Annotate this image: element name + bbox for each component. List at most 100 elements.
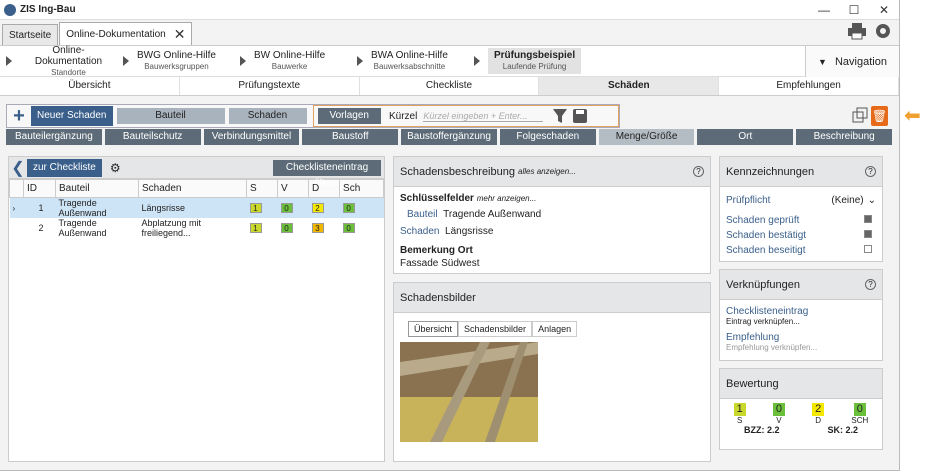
table-row[interactable]: 2 Tragende Außenwand Abplatzung mit frei…: [10, 218, 384, 238]
back-icon[interactable]: ❮: [9, 158, 27, 178]
checklist-link-action[interactable]: Eintrag verknüpfen...: [726, 317, 876, 326]
breadcrumb-subtitle: Bauwerke: [271, 62, 308, 71]
show-all-link[interactable]: alles anzeigen...: [518, 167, 576, 176]
col-bauteil[interactable]: Bauteil: [55, 179, 139, 198]
close-icon[interactable]: ✕: [869, 3, 899, 17]
filter-checklist-button[interactable]: Checklisteneintrag filtern: [273, 159, 381, 189]
help-icon[interactable]: ?: [693, 166, 704, 177]
tab-attachments[interactable]: Anlagen: [532, 321, 578, 337]
print-icon[interactable]: [847, 22, 867, 40]
col-sch[interactable]: Sch: [339, 179, 384, 198]
col-v[interactable]: V: [277, 179, 310, 198]
close-tab-icon[interactable]: ✕: [174, 26, 186, 43]
category-button[interactable]: Baustoffergänzung: [401, 129, 497, 145]
chevron-right-icon: [123, 56, 129, 66]
tab-checkliste[interactable]: Checkliste: [360, 77, 540, 95]
help-icon[interactable]: ?: [865, 279, 876, 290]
new-damage-button[interactable]: Neuer Schaden: [31, 106, 113, 126]
templates-button[interactable]: Vorlagen: [317, 108, 381, 124]
score-badge: 0: [280, 203, 293, 213]
back-to-checklist-button[interactable]: zur Checkliste: [27, 158, 102, 177]
filter-icon[interactable]: [553, 109, 568, 123]
col-s[interactable]: S: [245, 179, 279, 198]
kurzel-input[interactable]: Kürzel eingeben + Enter...: [423, 111, 544, 122]
category-button[interactable]: Verbindungsmittel: [203, 129, 300, 145]
category-button[interactable]: Bauteilergänzung: [6, 129, 102, 145]
chevron-right-icon: [357, 56, 363, 66]
breadcrumb-subtitle: Bauwerksgruppen: [144, 62, 209, 71]
score-badge: 0: [342, 223, 355, 233]
rating-label: SCH: [851, 416, 869, 425]
show-more-link[interactable]: mehr anzeigen...: [477, 194, 537, 203]
sk-value: SK: 2.2: [827, 425, 858, 435]
tab-uebersicht[interactable]: Übersicht: [0, 77, 180, 95]
breadcrumb-title: BW Online-Hilfe: [254, 50, 326, 61]
tab-empfehlungen[interactable]: Empfehlungen: [719, 77, 899, 95]
chevron-down-icon[interactable]: ⌄: [868, 195, 876, 206]
plus-icon[interactable]: +: [7, 105, 31, 128]
breadcrumb-item[interactable]: BW Online-Hilfe Bauwerke: [234, 46, 351, 76]
tab-schaeden[interactable]: Schäden: [539, 77, 720, 95]
trash-icon[interactable]: 🗑: [871, 106, 888, 126]
breadcrumb: Online-Dokumentation Standorte BWG Online…: [0, 45, 899, 77]
checked-checkbox[interactable]: [864, 215, 872, 223]
score-badge: 3: [311, 223, 324, 233]
recommendation-link-action[interactable]: Empfehlung verknüpfen...: [726, 343, 876, 352]
schaden-value: Längsrisse: [445, 226, 494, 237]
confirmed-label: Schaden bestätigt: [726, 230, 807, 241]
category-button[interactable]: Ort: [697, 129, 794, 145]
cell-id: 1: [23, 197, 56, 218]
damage-photo[interactable]: [400, 342, 538, 442]
settings-icon[interactable]: ⚙: [110, 161, 121, 175]
schaden-label: Schaden: [400, 226, 440, 237]
score-badge: 0: [280, 223, 293, 233]
col-schaden[interactable]: Schaden: [138, 179, 247, 198]
help-icon[interactable]: ?: [865, 166, 876, 177]
col-id[interactable]: ID: [23, 179, 56, 198]
tab-overview[interactable]: Übersicht: [408, 321, 459, 337]
category-button[interactable]: Baustoff: [302, 129, 399, 145]
resolved-checkbox[interactable]: [864, 245, 872, 253]
breadcrumb-subtitle: Standorte: [51, 67, 86, 77]
rating-panel: Bewertung 1S 0V 2D 0 SCH BZZ: 2.2 SK: 2.2: [719, 368, 883, 450]
breadcrumb-item[interactable]: BWG Online-Hilfe Bauwerksgruppen: [117, 46, 234, 76]
tab-damage-images[interactable]: Schadensbilder: [458, 321, 533, 337]
navigation-label: Navigation: [834, 55, 887, 68]
checked-label: Schaden geprüft: [726, 215, 800, 226]
links-title: Verknüpfungen: [726, 278, 801, 291]
breadcrumb-item[interactable]: BWA Online-Hilfe Bauwerksabschnitte: [351, 46, 468, 76]
breadcrumb-item-active[interactable]: Prüfungsbeispiel Laufende Prüfung: [468, 46, 585, 76]
tab-startseite[interactable]: Startseite: [2, 24, 59, 45]
maximize-icon[interactable]: ☐: [839, 3, 869, 17]
key-fields-label: Schlüsselfelder: [400, 193, 474, 204]
row-pointer-icon: ›: [9, 197, 24, 218]
template-group: Vorlagen Kürzel Kürzel eingeben + Enter.…: [312, 105, 619, 127]
inspection-select[interactable]: (Keine): [831, 195, 863, 206]
category-button[interactable]: Folgeschaden: [499, 129, 596, 145]
links-panel: Verknüpfungen? Checklisteneintrag Eintra…: [719, 269, 883, 361]
score-badge: 2: [311, 203, 324, 213]
category-button[interactable]: Bauteilschutz: [104, 129, 201, 145]
table-row[interactable]: › 1 Tragende Außenwand Längsrisse 1 0 2 …: [9, 197, 384, 218]
category-button-active[interactable]: Menge/Größe: [598, 129, 695, 145]
breadcrumb-item[interactable]: Online-Dokumentation Standorte: [0, 45, 117, 77]
minimize-icon[interactable]: —: [809, 3, 839, 17]
navigation-button[interactable]: ▼ Navigation: [805, 46, 899, 77]
category-button[interactable]: Beschreibung: [796, 129, 893, 145]
checklist-link-label[interactable]: Checklisteneintrag: [726, 306, 876, 317]
confirmed-checkbox[interactable]: [864, 230, 872, 238]
schaden-button[interactable]: Schaden: [228, 108, 307, 124]
copy-icon[interactable]: [852, 106, 869, 126]
breadcrumb-title: Prüfungsbeispiel: [494, 50, 576, 61]
bzz-value: BZZ: 2.2: [743, 425, 780, 435]
gear-icon[interactable]: [873, 22, 893, 40]
title-bar: ZIS Ing-Bau — ☐ ✕: [0, 0, 899, 20]
tab-pruefungstexte[interactable]: Prüfungstexte: [180, 77, 360, 95]
recommendation-link-label[interactable]: Empfehlung: [726, 332, 876, 343]
rating-badge: 0: [853, 403, 866, 416]
score-badge: 0: [342, 203, 355, 213]
save-icon[interactable]: [573, 109, 588, 123]
bauteil-button[interactable]: Bauteil: [116, 108, 225, 124]
chevron-right-icon: [474, 56, 480, 66]
tab-online-dokumentation[interactable]: Online-Dokumentation ✕: [59, 22, 193, 45]
